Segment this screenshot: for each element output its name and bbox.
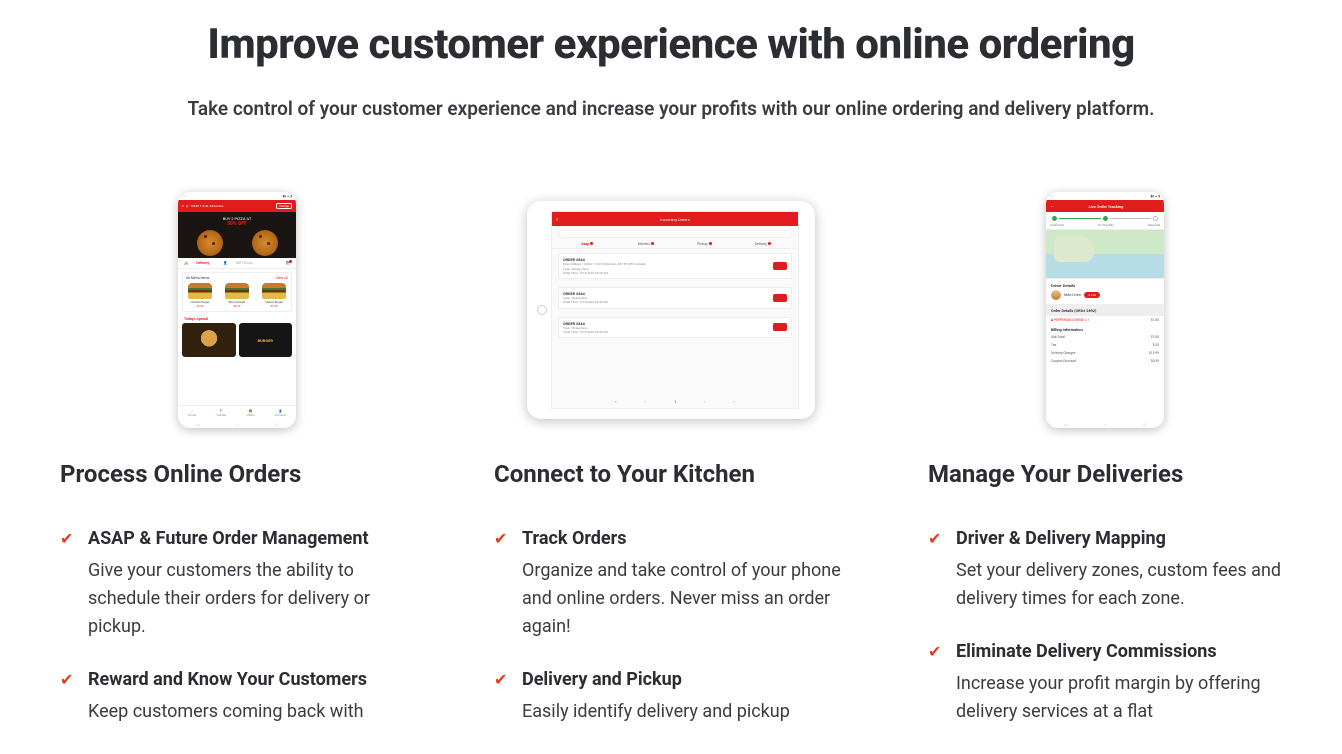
bill-value: $13.99: [1149, 351, 1159, 355]
feature-desc: Set your delivery zones, custom fees and…: [956, 557, 1282, 613]
check-icon: ✔: [494, 528, 510, 641]
step-confirmed: Confirmed: [1050, 223, 1064, 227]
tab-pickup[interactable]: Pickup: [697, 242, 708, 246]
step-ontheway: On The Way: [1098, 223, 1114, 227]
call-button[interactable]: ● Call: [1084, 292, 1100, 298]
bill-label: Tax: [1051, 343, 1056, 347]
order-card: ORDER 2844 Type : Pickup Now Order Time …: [558, 287, 792, 309]
screen-title: Live Order Tracking: [1058, 204, 1154, 209]
column-title: Manage Your Deliveries: [928, 460, 1282, 488]
menu-icon: ≡: [182, 204, 184, 208]
order-action-button[interactable]: [773, 262, 787, 270]
driver-name: Mike Driver: [1064, 293, 1081, 297]
change-button[interactable]: Change: [276, 203, 292, 209]
bike-icon: 🛵: [184, 261, 188, 265]
tab-pickup[interactable]: Self Pickup: [235, 261, 252, 265]
column-deliveries: ○ ○▮▮ ▲ ▮ ← Live Order Tracking Confirme…: [928, 190, 1282, 754]
address-text: 10650 113 St. Edmonton: [190, 204, 223, 208]
feature-item: ✔ Driver & Delivery Mapping Set your del…: [928, 528, 1282, 613]
feature-columns: ○ ○▮▮ ▲ ▮ ≡ ◎ 10650 113 St. Edmonton Cha…: [60, 190, 1282, 754]
tab-kitchen[interactable]: Kitchen: [638, 242, 650, 246]
special-image-promo[interactable]: BURGER: [239, 323, 293, 357]
tab-asap[interactable]: Asap: [581, 242, 589, 246]
item-price: $4.75: [260, 304, 288, 308]
menu-icon[interactable]: ≡: [556, 217, 558, 222]
feature-desc: Give your customers the ability to sched…: [88, 557, 414, 641]
pagination[interactable]: «‹1›»: [552, 395, 798, 408]
bill-value: $7.00: [1151, 335, 1159, 339]
order-line: Drop Address : 10650 113 St, Edmonton, A…: [563, 262, 645, 266]
tablet-mock-kitchen: ≡ Incoming Orders Asap Kitchen Pickup De…: [494, 190, 848, 430]
feature-item: ✔ ASAP & Future Order Management Give yo…: [60, 528, 414, 641]
order-action-button[interactable]: [773, 294, 787, 302]
nav-offers[interactable]: Offers: [246, 413, 254, 417]
feature-title: ASAP & Future Order Management: [88, 528, 414, 549]
order-line: Order Time : 5/10/2022 09:30 AM: [563, 330, 608, 334]
nav-account[interactable]: Account: [275, 413, 286, 417]
map-view[interactable]: [1046, 229, 1164, 279]
order-details-heading: Order Details (ORD# 2692): [1051, 308, 1096, 313]
step-delivered: Delivered: [1148, 223, 1160, 227]
item-price: $4.50: [186, 304, 214, 308]
check-icon: ✔: [494, 669, 510, 726]
phone-mock-tracking: ○ ○▮▮ ▲ ▮ ← Live Order Tracking Confirme…: [928, 190, 1282, 430]
bill-value: $.35: [1153, 343, 1159, 347]
nav-tracker[interactable]: Tracker: [216, 413, 226, 417]
bill-label: Sub Total: [1051, 335, 1065, 339]
menu-heading: All Menu Items: [186, 276, 209, 280]
person-icon: 👤: [223, 261, 227, 265]
tab-delivery[interactable]: Delivery: [196, 261, 209, 265]
search-input[interactable]: [558, 230, 792, 238]
page-subhead: Take control of your customer experience…: [60, 97, 1282, 120]
phone-mock-ordering: ○ ○▮▮ ▲ ▮ ≡ ◎ 10650 113 St. Edmonton Cha…: [60, 190, 414, 430]
order-line: Order Time : 5/10/2022 09:30 AM: [563, 271, 645, 275]
order-card: ORDER 2844 Type : Pickup Now Order Time …: [558, 317, 792, 339]
progress-bar: [1046, 212, 1164, 223]
feature-desc: Organize and take control of your phone …: [522, 557, 848, 641]
column-kitchen: ≡ Incoming Orders Asap Kitchen Pickup De…: [494, 190, 848, 754]
special-image-burger[interactable]: [182, 323, 236, 357]
check-icon: ✔: [60, 669, 76, 726]
order-item-price: $7.00: [1151, 318, 1159, 322]
cart-icon[interactable]: 🛍: [286, 261, 290, 265]
promo-discount: 50% OFF: [178, 221, 296, 227]
feature-title: Delivery and Pickup: [522, 669, 790, 690]
bill-label: Delivery Charges: [1051, 351, 1076, 355]
feature-desc: Keep customers coming back with: [88, 698, 367, 726]
billing-heading: Billing Information: [1046, 324, 1164, 333]
back-icon[interactable]: ←: [1050, 203, 1055, 209]
item-price: $6.25: [223, 304, 251, 308]
order-line: Order Time : 5/10/2022 09:30 AM: [563, 300, 608, 304]
tablet-title: Incoming Orders: [660, 217, 689, 222]
feature-item: ✔ Delivery and Pickup Easily identify de…: [494, 669, 848, 726]
avatar: [1051, 290, 1061, 300]
feature-item: ✔ Eliminate Delivery Commissions Increas…: [928, 641, 1282, 726]
tab-delivery[interactable]: Delivery: [755, 242, 767, 246]
column-process-orders: ○ ○▮▮ ▲ ▮ ≡ ◎ 10650 113 St. Edmonton Cha…: [60, 190, 414, 754]
feature-desc: Easily identify delivery and pickup: [522, 698, 790, 726]
feature-desc: Increase your profit margin by offering …: [956, 670, 1282, 726]
check-icon: ✔: [928, 528, 944, 613]
column-title: Connect to Your Kitchen: [494, 460, 848, 488]
order-action-button[interactable]: [773, 323, 787, 331]
check-icon: ✔: [928, 641, 944, 726]
check-icon: ✔: [60, 528, 76, 641]
feature-title: Track Orders: [522, 528, 848, 549]
target-icon: ◎: [186, 204, 189, 208]
order-item-name: PEPPERONI CHEESE x 1: [1054, 318, 1090, 322]
driver-heading: Driver Details: [1051, 283, 1159, 288]
bill-value: $0.39: [1151, 359, 1159, 363]
page-headline: Improve customer experience with online …: [60, 20, 1282, 69]
view-all-link[interactable]: View All: [276, 276, 288, 280]
bill-label: Coupon Discount: [1051, 359, 1076, 363]
order-card: ORDER 2844 Drop Address : 10650 113 St, …: [558, 253, 792, 279]
column-title: Process Online Orders: [60, 460, 414, 488]
feature-title: Driver & Delivery Mapping: [956, 528, 1282, 549]
feature-item: ✔ Reward and Know Your Customers Keep cu…: [60, 669, 414, 726]
feature-title: Eliminate Delivery Commissions: [956, 641, 1282, 662]
nav-home[interactable]: Home: [188, 413, 196, 417]
feature-title: Reward and Know Your Customers: [88, 669, 367, 690]
feature-item: ✔ Track Orders Organize and take control…: [494, 528, 848, 641]
